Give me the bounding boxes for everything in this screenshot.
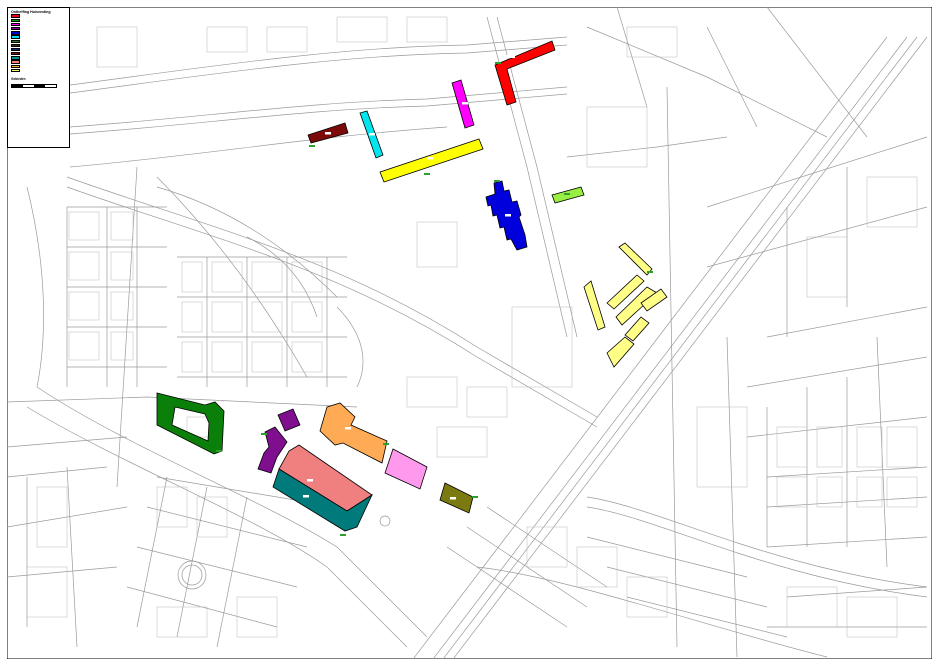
legend-swatch	[11, 64, 20, 69]
legend-swatch-list	[11, 14, 66, 73]
legend-swatch	[11, 22, 20, 27]
legend-swatch	[11, 56, 20, 60]
legend-swatch	[11, 26, 20, 31]
legend-swatch	[11, 47, 20, 52]
legend-swatch	[11, 14, 20, 18]
map-sheet: Ontheffing Huisvesting Gebieden	[0, 0, 940, 665]
map-canvas[interactable]	[7, 7, 932, 659]
legend-swatch	[11, 35, 20, 39]
legend-swatch	[11, 31, 20, 35]
legend-section-title: Gebieden	[11, 76, 26, 81]
legend-swatch-row	[11, 68, 66, 73]
map-legend: Ontheffing Huisvesting Gebieden	[7, 7, 70, 148]
legend-swatch	[11, 43, 20, 48]
legend-swatch	[11, 39, 20, 43]
scale-bar	[11, 83, 57, 89]
legend-swatch	[11, 52, 20, 56]
legend-swatch	[11, 68, 20, 73]
legend-swatch	[11, 60, 20, 64]
legend-swatch	[11, 18, 20, 22]
